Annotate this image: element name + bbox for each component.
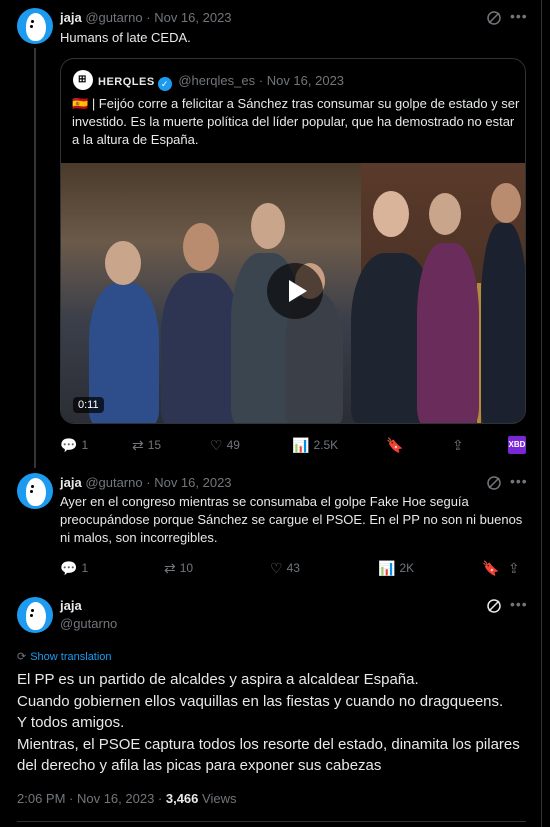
views-icon: 📊 [378, 560, 396, 576]
reply-count: 1 [81, 438, 89, 452]
person-head [373, 191, 409, 237]
avatar[interactable] [17, 8, 53, 44]
share-button[interactable]: ⇪ [452, 437, 468, 454]
person-head [251, 203, 285, 249]
grok-icon[interactable] [486, 598, 502, 614]
main-tweet-author: jaja @gutarno [60, 598, 117, 631]
translate-icon: ⟳ [17, 651, 27, 663]
play-button[interactable] [267, 263, 323, 319]
quote-display-name[interactable]: HERQLES [98, 76, 155, 88]
reply-icon: 💬 [60, 560, 78, 576]
extension-badge[interactable]: XBD [508, 436, 526, 454]
main-tweet-line: Mientras, el PSOE captura todos los reso… [17, 735, 520, 775]
display-name[interactable]: jaja [60, 10, 82, 25]
more-icon[interactable]: ••• [510, 473, 528, 489]
show-translation-label: Show translation [30, 651, 112, 663]
repost-button[interactable]: ⇄ 15 [132, 437, 161, 454]
views-count: 3,466 [165, 791, 199, 806]
reply-count: 1 [81, 561, 89, 575]
like-count: 43 [286, 561, 300, 575]
timestamp[interactable]: Nov 16, 2023 [154, 475, 231, 490]
like-button[interactable]: ♡ 49 [210, 437, 240, 454]
repost-count: 15 [147, 438, 162, 452]
flag-icon: 🇪🇸 [72, 96, 89, 111]
handle[interactable]: @gutarno [60, 616, 117, 631]
person-head [491, 183, 521, 223]
share-icon: ⇪ [508, 560, 520, 576]
views-button[interactable]: 📊 2K [378, 560, 414, 577]
reply-button[interactable]: 💬 1 [60, 437, 88, 454]
timestamp[interactable]: Nov 16, 2023 [154, 10, 231, 25]
post-time[interactable]: 2:06 PM · Nov 16, 2023 · [17, 791, 166, 806]
heart-icon: ♡ [270, 560, 283, 576]
views-button[interactable]: 📊 2.5K [292, 437, 338, 454]
repost-icon: ⇄ [164, 560, 176, 576]
heart-icon: ♡ [210, 437, 223, 453]
person-head [183, 223, 219, 271]
reply-button[interactable]: 💬 1 [60, 560, 88, 577]
bookmark-icon: 🔖 [482, 560, 500, 576]
person [481, 223, 525, 423]
views-label: Views [198, 791, 237, 806]
view-count: 2.5K [313, 438, 339, 452]
thread-line [34, 48, 36, 468]
video-duration: 0:11 [73, 397, 104, 413]
main-tweet-line: Cuando gobiernen ellos vaquillas en las … [17, 692, 504, 710]
share-button[interactable]: ⇪ [508, 560, 524, 577]
verified-icon: ✓ [157, 77, 172, 91]
display-name[interactable]: jaja [60, 598, 117, 613]
quote-handle[interactable]: @herqles_es [178, 73, 255, 88]
video-player[interactable]: 0:11 [61, 163, 525, 423]
quote-text: 🇪🇸 | Feijóo corre a felicitar a Sánchez … [72, 95, 524, 149]
tweet-header: jaja @gutarno · Nov 16, 2023 [60, 475, 232, 490]
tweet-actions: 💬 1 ⇄ 15 ♡ 49 📊 2.5K 🔖 ⇪ [60, 437, 530, 457]
grok-icon[interactable] [486, 10, 502, 26]
repost-icon: ⇄ [132, 437, 144, 453]
more-icon[interactable]: ••• [510, 8, 528, 24]
tweet-header: jaja @gutarno · Nov 16, 2023 [60, 10, 232, 25]
show-translation-link[interactable]: ⟳ Show translation [17, 650, 112, 663]
main-tweet-line: El PP es un partido de alcaldes y aspira… [17, 671, 419, 688]
avatar[interactable] [17, 473, 53, 509]
avatar[interactable] [17, 597, 53, 633]
quote-text-body: | Feijóo corre a felicitar a Sánchez tra… [72, 96, 520, 147]
share-icon: ⇪ [452, 437, 464, 453]
quote-header: HERQLES ✓ @herqles_es · Nov 16, 2023 [98, 73, 345, 91]
like-button[interactable]: ♡ 43 [270, 560, 300, 577]
bookmark-button[interactable]: 🔖 [482, 560, 503, 577]
bookmark-button[interactable]: 🔖 [386, 437, 407, 454]
views-icon: 📊 [292, 437, 310, 453]
bookmark-icon: 🔖 [386, 437, 404, 453]
tweet-metadata: 2:06 PM · Nov 16, 2023 · 3,466 Views [17, 791, 236, 806]
divider [17, 821, 526, 822]
main-tweet-line: Y todos amigos. [17, 714, 125, 731]
main-tweet-text: El PP es un partido de alcaldes y aspira… [17, 669, 537, 777]
handle[interactable]: @gutarno [85, 475, 142, 490]
person [161, 273, 241, 423]
tweet-actions: 💬 1 ⇄ 10 ♡ 43 📊 2K 🔖 ⇪ [60, 560, 530, 580]
quote-timestamp[interactable]: Nov 16, 2023 [267, 73, 344, 88]
display-name[interactable]: jaja [60, 475, 82, 490]
person-head [429, 193, 461, 235]
more-icon[interactable]: ••• [510, 596, 528, 612]
tweet-text: Humans of late CEDA. [60, 30, 191, 45]
person-head [105, 241, 141, 285]
grok-icon[interactable] [486, 475, 502, 491]
quote-avatar[interactable]: ⊞ [73, 70, 93, 90]
like-count: 49 [226, 438, 240, 452]
quoted-tweet[interactable]: ⊞ HERQLES ✓ @herqles_es · Nov 16, 2023 🇪🇸… [60, 58, 526, 424]
handle[interactable]: @gutarno [85, 10, 142, 25]
tweet-text: Ayer en el congreso mientras se consumab… [60, 494, 523, 545]
person [417, 243, 479, 423]
timeline-column: jaja @gutarno · Nov 16, 2023 ••• Humans … [0, 0, 542, 827]
view-count: 2K [399, 561, 415, 575]
repost-count: 10 [179, 561, 194, 575]
repost-button[interactable]: ⇄ 10 [164, 560, 193, 577]
reply-icon: 💬 [60, 437, 78, 453]
